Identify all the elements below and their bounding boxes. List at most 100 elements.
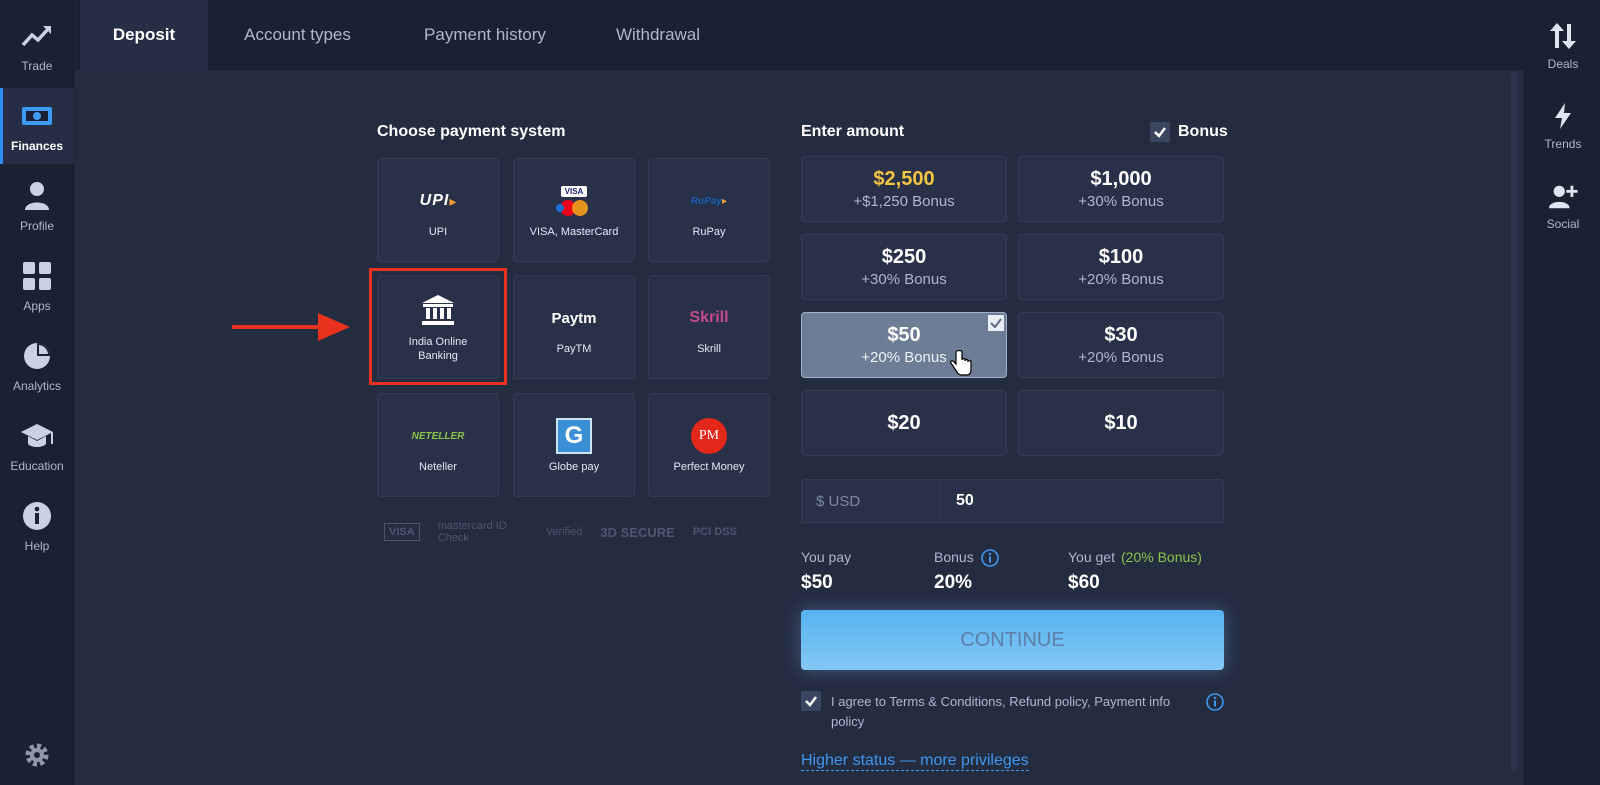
you-pay-label: You pay	[801, 549, 852, 565]
highlight-box	[369, 268, 507, 385]
add-user-icon	[1548, 181, 1578, 211]
scrollbar[interactable]	[1511, 72, 1517, 772]
nav-analytics[interactable]: Analytics	[0, 328, 74, 404]
info-icon[interactable]	[981, 549, 999, 567]
nav-finances[interactable]: Finances	[0, 88, 74, 164]
amount-preset[interactable]: $20	[801, 390, 1007, 456]
you-pay-value: $50	[801, 572, 833, 593]
trend-up-icon	[20, 19, 54, 53]
selected-check-icon	[988, 315, 1004, 331]
neteller-logo: NETELLER	[411, 430, 465, 442]
amount-value: $250	[881, 246, 927, 268]
deposit-panel	[75, 70, 1523, 785]
nav-label: Deals	[1547, 57, 1579, 71]
you-get-label: You get	[1068, 549, 1115, 565]
amount-bonus: +30% Bonus	[1078, 193, 1164, 210]
payment-method-label: VISA, MasterCard	[529, 226, 619, 238]
security-logo: mastercard ID Check	[437, 520, 507, 544]
wallet-icon	[20, 99, 54, 133]
right-sidebar: Deals Trends Social	[1524, 0, 1600, 785]
amount-value: $2,500	[873, 168, 935, 190]
amount-input[interactable]	[956, 488, 1206, 514]
tab-deposit[interactable]: Deposit	[80, 0, 208, 70]
nav-trade[interactable]: Trade	[0, 8, 74, 84]
nav-label: Analytics	[12, 379, 62, 393]
terms-info-icon[interactable]	[1206, 693, 1224, 711]
nav-education[interactable]: Education	[0, 408, 74, 484]
grid-icon	[20, 259, 54, 293]
nav-profile[interactable]: Profile	[0, 168, 74, 244]
amount-bonus: +$1,250 Bonus	[853, 193, 955, 210]
amount-preset[interactable]: $1,000 +30% Bonus	[1018, 156, 1224, 222]
globe-pay-logo: G	[556, 417, 592, 455]
payment-method-label: Globe pay	[548, 461, 600, 473]
payment-method-upi[interactable]: UPI ▸ UPI	[377, 158, 499, 262]
payment-method-neteller[interactable]: NETELLER Neteller	[377, 393, 499, 497]
amount-bonus: +20% Bonus	[1078, 349, 1164, 366]
nav-deals[interactable]: Deals	[1525, 10, 1600, 82]
payment-method-paytm[interactable]: Paytm PayTM	[513, 275, 635, 379]
payment-method-perfect-money[interactable]: PM Perfect Money	[648, 393, 770, 497]
bonus-summary-value: 20%	[934, 572, 973, 593]
amount-preset[interactable]: $100 +20% Bonus	[1018, 234, 1224, 300]
arrows-updown-icon	[1548, 21, 1578, 51]
tab-bar: Deposit Account types Payment history Wi…	[75, 0, 1523, 70]
amount-bonus: +20% Bonus	[861, 349, 947, 366]
settings-gear-icon[interactable]	[20, 738, 54, 772]
amount-preset[interactable]: $10	[1018, 390, 1224, 456]
tab-account-types[interactable]: Account types	[215, 0, 380, 70]
user-icon	[20, 179, 54, 213]
perfect-money-logo: PM	[691, 417, 727, 455]
payment-method-skrill[interactable]: Skrill Skrill	[648, 275, 770, 379]
upi-logo: UPI ▸	[419, 192, 457, 209]
nav-label: Profile	[19, 219, 54, 233]
security-logo: 3D SECURE	[600, 524, 675, 540]
payment-method-label: Neteller	[419, 461, 457, 473]
rupay-logo: RuPay ▸	[690, 195, 728, 207]
nav-trends[interactable]: Trends	[1525, 90, 1600, 162]
payment-method-rupay[interactable]: RuPay ▸ RuPay	[648, 158, 770, 262]
amount-section-title: Enter amount	[801, 123, 905, 140]
nav-apps[interactable]: Apps	[0, 248, 74, 324]
security-logos: VISA mastercard ID Check Verified 3D SEC…	[384, 520, 737, 544]
currency-prefix: $ USD	[816, 493, 861, 510]
amount-preset-selected[interactable]: $50 +20% Bonus	[801, 312, 1007, 378]
amount-field: $ USD	[801, 479, 1224, 523]
nav-label: Social	[1546, 217, 1580, 231]
tab-payment-history[interactable]: Payment history	[395, 0, 575, 70]
you-get-bonus-note: (20% Bonus)	[1121, 549, 1202, 565]
amount-preset[interactable]: $2,500 +$1,250 Bonus	[801, 156, 1007, 222]
nav-label: Help	[24, 539, 50, 553]
nav-social[interactable]: Social	[1525, 170, 1600, 242]
tab-withdrawal[interactable]: Withdrawal	[588, 0, 728, 70]
bonus-checkbox[interactable]	[1150, 122, 1170, 142]
red-arrow-icon	[232, 312, 350, 347]
amount-bonus: +20% Bonus	[1078, 271, 1164, 288]
terms-checkbox[interactable]	[801, 691, 821, 711]
payment-method-label: PayTM	[556, 343, 592, 355]
security-logo: PCI DSS	[692, 526, 737, 538]
payment-method-visa-mastercard[interactable]: VISA VISA, MasterCard	[513, 158, 635, 262]
continue-button[interactable]: CONTINUE	[801, 610, 1224, 670]
you-get-value: $60	[1068, 572, 1100, 593]
hand-cursor-icon	[950, 349, 972, 381]
nav-help[interactable]: Help	[0, 488, 74, 564]
nav-label: Apps	[23, 299, 51, 313]
amount-value: $20	[887, 411, 921, 434]
amount-value: $50	[887, 324, 921, 346]
security-logo: Verified	[545, 526, 583, 538]
higher-status-link[interactable]: Higher status — more privileges	[801, 752, 1029, 771]
amount-preset[interactable]: $30 +20% Bonus	[1018, 312, 1224, 378]
bonus-label: Bonus	[1178, 123, 1228, 140]
payment-method-label: RuPay	[692, 226, 726, 238]
payment-section-title: Choose payment system	[377, 123, 566, 140]
amount-value: $1,000	[1090, 168, 1152, 190]
amount-value: $10	[1104, 411, 1138, 434]
skrill-logo: Skrill	[689, 309, 729, 326]
lightning-icon	[1548, 101, 1578, 131]
payment-method-label: Perfect Money	[673, 461, 745, 473]
paytm-logo: Paytm	[551, 309, 597, 327]
security-logo: VISA	[384, 523, 420, 541]
payment-method-globe-pay[interactable]: G Globe pay	[513, 393, 635, 497]
amount-preset[interactable]: $250 +30% Bonus	[801, 234, 1007, 300]
